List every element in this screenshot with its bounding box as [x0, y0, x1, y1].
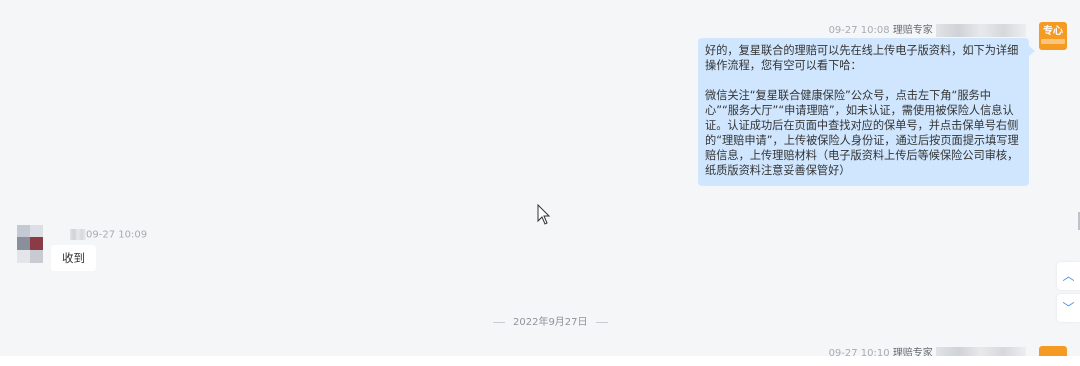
message-time: 09-27 10:10	[828, 348, 890, 356]
divider-line	[595, 321, 608, 323]
scroll-up-button[interactable]: ︿	[1057, 262, 1080, 290]
chat-area[interactable]: 09-27 10:08 理赔专家 专心 好的，复星联合的理赔可以先在线上传电子版…	[0, 0, 1080, 356]
message-time: 09-27 10:08	[828, 25, 890, 36]
date-divider: 2022年9月27日	[485, 313, 616, 328]
scroll-down-button[interactable]: ﹀	[1057, 294, 1080, 322]
avatar-label: 专心	[1043, 26, 1063, 37]
message-paragraph: 好的，复星联合的理赔可以先在线上传电子版资料，如下为详细操作流程，您有空可以看下…	[705, 44, 1019, 72]
redacted-name	[70, 229, 86, 240]
customer-avatar[interactable]	[17, 225, 43, 263]
sender-name: 理赔专家	[892, 348, 933, 356]
message-meta: 09-27 10:08 理赔专家	[829, 21, 1026, 37]
chevron-down-icon: ﹀	[1062, 301, 1075, 315]
chevron-up-icon: ︿	[1062, 269, 1075, 283]
sender-name: 理赔专家	[892, 25, 933, 36]
incoming-message-bubble[interactable]: 收到	[51, 245, 96, 271]
divider-line	[493, 321, 505, 323]
message-meta: 09-27 10:09	[70, 229, 147, 241]
message-meta: 09-27 10:10 理赔专家	[829, 344, 1026, 356]
outgoing-message-bubble[interactable]: 好的，复星联合的理赔可以先在线上传电子版资料，如下为详细操作流程，您有空可以看下…	[698, 38, 1035, 186]
avatar-tagline	[1041, 39, 1065, 44]
redacted-name	[936, 23, 1026, 37]
agent-avatar[interactable]	[1039, 346, 1067, 356]
message-paragraph: 微信关注“复星联合健康保险”公众号，点击左下角“服务中心”“服务大厅”“申请理赔…	[705, 89, 1019, 177]
message-text: 收到	[62, 251, 85, 265]
message-time: 09-27 10:09	[86, 229, 148, 241]
redacted-name	[936, 346, 1026, 356]
divider-date: 2022年9月27日	[513, 317, 588, 328]
agent-avatar[interactable]: 专心	[1039, 22, 1067, 50]
mouse-cursor-icon	[537, 204, 551, 225]
